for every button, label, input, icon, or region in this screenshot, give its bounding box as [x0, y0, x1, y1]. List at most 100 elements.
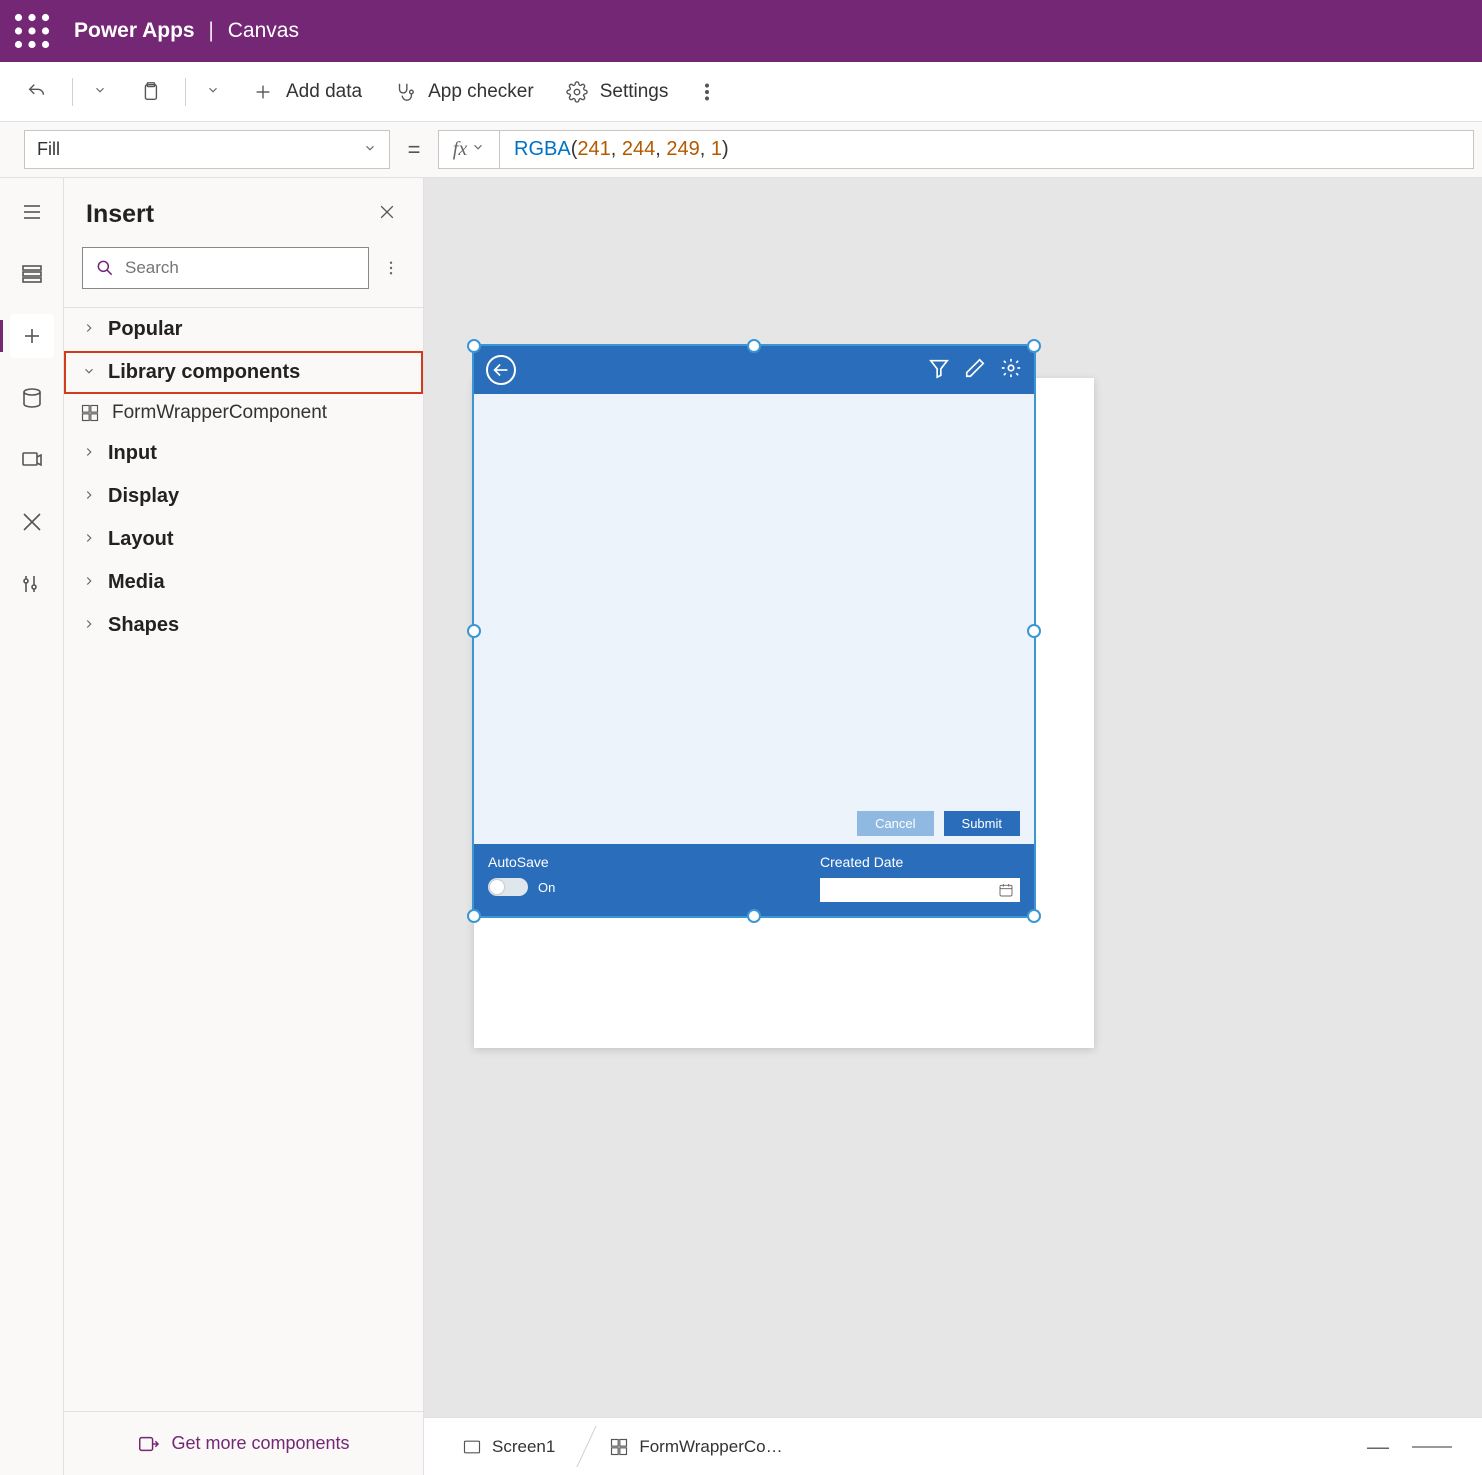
undo-button[interactable] — [10, 71, 64, 113]
get-more-components-button[interactable]: Get more components — [64, 1411, 423, 1475]
close-panel-button[interactable] — [371, 196, 403, 233]
breadcrumb-component[interactable]: FormWrapperCo… — [589, 1418, 802, 1475]
category-label: Layout — [108, 528, 174, 551]
ribbon-divider — [72, 78, 73, 106]
property-name: Fill — [37, 139, 60, 160]
app-checker-button[interactable]: App checker — [378, 71, 546, 113]
zoom-slider-track[interactable] — [1412, 1446, 1452, 1448]
category-label: Display — [108, 485, 179, 508]
ribbon-overflow-button[interactable] — [684, 71, 730, 113]
app-name: Power Apps — [74, 19, 195, 42]
component-body — [474, 394, 1034, 803]
resize-handle[interactable] — [467, 624, 481, 638]
tree-view-button[interactable] — [10, 252, 54, 296]
clipboard-icon — [135, 77, 165, 107]
canvas-area: Cancel Submit AutoSave On — [424, 178, 1482, 1475]
get-more-components-label: Get more components — [171, 1433, 349, 1454]
add-data-button[interactable]: Add data — [236, 71, 374, 113]
app-section: Canvas — [228, 19, 299, 42]
resize-handle[interactable] — [1027, 339, 1041, 353]
undo-more-button[interactable] — [81, 75, 119, 109]
formula-input[interactable]: RGBA(241, 244, 249, 1) — [500, 130, 1474, 169]
title-bar: Power Apps | Canvas — [0, 0, 1482, 62]
resize-handle[interactable] — [467, 909, 481, 923]
calendar-icon — [998, 882, 1014, 898]
breadcrumb-screen-label: Screen1 — [492, 1437, 555, 1457]
autosave-toggle[interactable] — [488, 878, 528, 896]
resize-handle[interactable] — [1027, 624, 1041, 638]
paste-button[interactable] — [123, 71, 177, 113]
gear-icon[interactable] — [1000, 357, 1022, 384]
back-button[interactable] — [486, 355, 516, 385]
equals-sign: = — [390, 122, 438, 177]
category-display[interactable]: Display — [64, 475, 423, 518]
selected-component[interactable]: Cancel Submit AutoSave On — [474, 346, 1034, 916]
zoom-controls: — — [1366, 1434, 1464, 1460]
resize-handle[interactable] — [1027, 909, 1041, 923]
paste-more-button[interactable] — [194, 75, 232, 109]
formula-func: RGBA — [514, 138, 571, 161]
category-input[interactable]: Input — [64, 432, 423, 475]
chevron-right-icon — [80, 614, 98, 637]
edit-icon[interactable] — [964, 357, 986, 384]
component-icon — [609, 1437, 629, 1457]
zoom-out-button[interactable]: — — [1366, 1434, 1390, 1460]
insert-button[interactable] — [10, 314, 54, 358]
chevron-down-icon — [80, 361, 98, 384]
component-button-row: Cancel Submit — [474, 803, 1034, 844]
gear-icon — [562, 77, 592, 107]
category-media[interactable]: Media — [64, 561, 423, 604]
chevron-down-icon — [206, 81, 220, 103]
data-button[interactable] — [10, 376, 54, 420]
autosave-label: AutoSave — [488, 854, 555, 870]
ribbon: Add data App checker Settings — [0, 62, 1482, 122]
artboard-screen1[interactable]: Cancel Submit AutoSave On — [474, 378, 1094, 1048]
resize-handle[interactable] — [747, 339, 761, 353]
advanced-button[interactable] — [10, 500, 54, 544]
created-date-label: Created Date — [820, 854, 1020, 870]
search-input[interactable] — [125, 258, 356, 278]
search-input-wrap[interactable] — [82, 247, 369, 289]
component-item-formwrapper[interactable]: FormWrapperComponent — [64, 394, 423, 432]
resize-handle[interactable] — [467, 339, 481, 353]
breadcrumb-screen[interactable]: Screen1 — [442, 1418, 575, 1475]
category-label: Popular — [108, 318, 182, 341]
resize-handle[interactable] — [747, 909, 761, 923]
tools-button[interactable] — [10, 562, 54, 606]
chevron-down-icon — [471, 140, 485, 159]
component-header — [474, 346, 1034, 394]
category-shapes[interactable]: Shapes — [64, 604, 423, 647]
property-selector[interactable]: Fill — [24, 130, 390, 169]
insert-panel-title: Insert — [86, 200, 154, 229]
canvas-breadcrumb: Screen1 FormWrapperCo… — — [424, 1417, 1482, 1475]
category-label: Media — [108, 571, 165, 594]
category-popular[interactable]: Popular — [64, 308, 423, 351]
chevron-down-icon — [363, 139, 377, 160]
filter-icon[interactable] — [928, 357, 950, 384]
cancel-button[interactable]: Cancel — [857, 811, 933, 836]
panel-more-button[interactable] — [377, 259, 405, 277]
insert-category-list: Popular Library components FormWrapperCo… — [64, 307, 423, 1411]
chevron-right-icon — [80, 571, 98, 594]
formwrapper-component: Cancel Submit AutoSave On — [474, 346, 1034, 916]
created-date-input[interactable] — [820, 878, 1020, 902]
chevron-down-icon — [93, 81, 107, 103]
add-data-label: Add data — [286, 81, 362, 103]
screen-icon — [462, 1437, 482, 1457]
canvas-scroll[interactable]: Cancel Submit AutoSave On — [424, 178, 1482, 1417]
category-label: Input — [108, 442, 157, 465]
import-icon — [137, 1433, 159, 1455]
fx-button[interactable]: fx — [438, 130, 500, 169]
category-layout[interactable]: Layout — [64, 518, 423, 561]
category-library-components[interactable]: Library components — [64, 351, 423, 394]
breadcrumb-component-label: FormWrapperCo… — [639, 1437, 782, 1457]
fx-icon: fx — [453, 138, 467, 161]
media-button[interactable] — [10, 438, 54, 482]
submit-button[interactable]: Submit — [944, 811, 1020, 836]
main-area: Insert Popular Library components — [0, 178, 1482, 1475]
search-icon — [95, 258, 115, 278]
hamburger-button[interactable] — [10, 190, 54, 234]
app-launcher-icon[interactable] — [14, 13, 50, 49]
more-vertical-icon — [692, 77, 722, 107]
settings-button[interactable]: Settings — [550, 71, 681, 113]
